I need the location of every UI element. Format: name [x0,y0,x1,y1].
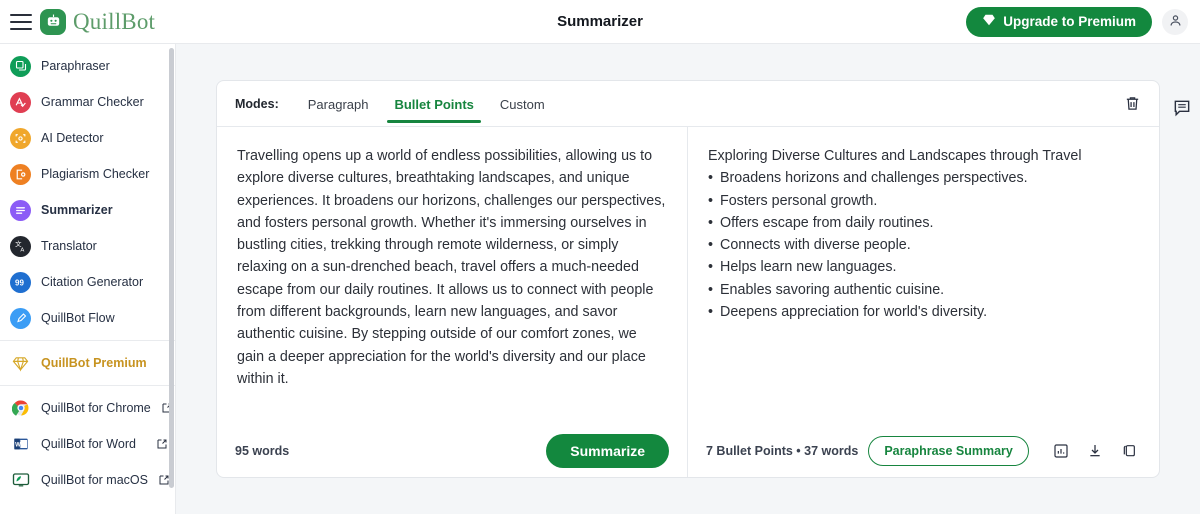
summary-title: Exploring Diverse Cultures and Landscape… [708,148,1082,164]
svg-text:W: W [15,443,21,449]
plagiarism-checker-icon [10,163,31,185]
bar-chart-icon[interactable] [1049,439,1073,463]
list-item: Fosters personal growth. [708,190,1139,213]
ms-word-icon: W [10,434,31,455]
list-item: Offers escape from daily routines. [708,212,1139,235]
sidebar-item-label: AI Detector [41,131,104,145]
modes-label: Modes: [235,96,279,111]
quillbot-summarizer-app: QuillBot Summarizer Upgrade to Premium P… [0,0,1200,514]
list-item: Enables savoring authentic cuisine. [708,279,1139,302]
output-pane: Exploring Diverse Cultures and Landscape… [688,127,1159,477]
copy-icon[interactable] [1117,439,1141,463]
quillbot-robot-icon [40,8,66,35]
summary-bullet-list: Broadens horizons and challenges perspec… [708,167,1139,323]
sidebar-item-citation-generator[interactable]: 99 Citation Generator [0,264,176,300]
sidebar-item-quillbot-premium[interactable]: QuillBot Premium [0,345,176,381]
sidebar-item-label: QuillBot for Chrome [41,401,151,415]
external-link-icon [156,438,168,450]
quillbot-flow-icon [10,307,31,329]
sidebar-scrollbar[interactable] [169,48,174,488]
grammar-checker-icon [10,91,31,113]
summarizer-icon [10,199,31,221]
svg-text:99: 99 [15,278,24,287]
feedback-comment-icon[interactable] [1170,96,1194,123]
modes-bar: Modes: Paragraph Bullet Points Custom [217,81,1159,127]
brand-name: QuillBot [73,8,156,34]
ai-detector-icon [10,127,31,149]
svg-text:文: 文 [15,239,22,248]
summarize-button[interactable]: Summarize [546,433,669,468]
topbar-actions: Upgrade to Premium [966,6,1200,37]
input-footer: 95 words Summarize [217,423,687,477]
sidebar-item-label: Paraphraser [41,59,110,73]
sidebar-item-ai-detector[interactable]: AI Detector [0,120,176,156]
tab-paragraph[interactable]: Paragraph [297,85,380,123]
user-icon [1168,13,1183,31]
list-item: Connects with diverse people. [708,234,1139,257]
hamburger-icon[interactable] [10,13,32,30]
sidebar-item-summarizer[interactable]: Summarizer [0,192,176,228]
sidebar: Paraphraser Grammar Checker AI Detector … [0,44,176,514]
sidebar-item-label: QuillBot Flow [41,311,115,325]
sidebar-item-label: QuillBot for macOS [41,473,148,487]
upgrade-label: Upgrade to Premium [1003,14,1136,29]
body-row: Paraphraser Grammar Checker AI Detector … [0,44,1200,514]
sidebar-item-label: Translator [41,239,97,253]
summarizer-card: Modes: Paragraph Bullet Points Custom Tr… [216,80,1160,478]
sidebar-item-quillbot-for-macos[interactable]: QuillBot for macOS [0,462,176,498]
paraphrase-summary-button[interactable]: Paraphrase Summary [868,435,1029,466]
sidebar-item-label: Plagiarism Checker [41,167,150,181]
sidebar-item-plagiarism-checker[interactable]: Plagiarism Checker [0,156,176,192]
output-icon-group [1049,439,1141,463]
sidebar-item-label: QuillBot for Word [41,437,136,451]
list-item: Broadens horizons and challenges perspec… [708,167,1139,190]
upgrade-to-premium-button[interactable]: Upgrade to Premium [966,6,1152,37]
sidebar-item-quillbot-for-word[interactable]: W QuillBot for Word [0,426,176,462]
sidebar-item-quillbot-flow[interactable]: QuillBot Flow [0,300,176,336]
diamond-outline-icon [10,353,31,374]
sidebar-item-grammar-checker[interactable]: Grammar Checker [0,84,176,120]
tab-custom[interactable]: Custom [489,85,556,123]
diamond-icon [982,13,996,30]
sidebar-item-label: Grammar Checker [41,95,144,109]
paraphraser-icon [10,55,31,77]
main-content: Modes: Paragraph Bullet Points Custom Tr… [176,44,1200,514]
top-bar: QuillBot Summarizer Upgrade to Premium [0,0,1200,44]
sidebar-item-paraphraser[interactable]: Paraphraser [0,48,176,84]
output-footer: 7 Bullet Points • 37 words Paraphrase Su… [688,423,1159,477]
output-area[interactable]: Exploring Diverse Cultures and Landscape… [688,127,1159,423]
input-textarea[interactable]: Travelling opens up a world of endless p… [217,127,687,423]
citation-generator-icon: 99 [10,271,31,293]
sidebar-divider-2 [0,385,176,386]
list-item: Helps learn new languages. [708,256,1139,279]
sidebar-item-quillbot-for-chrome[interactable]: QuillBot for Chrome [0,390,176,426]
editor-panes: Travelling opens up a world of endless p… [217,127,1159,477]
output-stats: 7 Bullet Points • 37 words [706,443,859,458]
sidebar-divider-1 [0,340,176,341]
list-item: Deepens appreciation for world's diversi… [708,301,1139,324]
input-word-count: 95 words [235,443,290,458]
macos-icon [10,470,31,491]
brand-logo[interactable]: QuillBot [40,8,156,35]
chrome-icon [10,398,31,419]
sidebar-item-label: Citation Generator [41,275,144,289]
download-icon[interactable] [1083,439,1107,463]
sidebar-item-label: Summarizer [41,203,113,217]
user-account-button[interactable] [1162,8,1188,35]
translator-icon: 文 A [10,235,31,257]
svg-text:A: A [20,247,24,253]
tab-bullet-points[interactable]: Bullet Points [383,85,484,123]
sidebar-scroll-area: Paraphraser Grammar Checker AI Detector … [0,44,176,498]
input-pane: Travelling opens up a world of endless p… [217,127,688,477]
sidebar-item-translator[interactable]: 文 A Translator [0,228,176,264]
input-text: Travelling opens up a world of endless p… [237,148,666,387]
sidebar-item-label: QuillBot Premium [41,356,147,370]
trash-icon[interactable] [1120,91,1145,116]
